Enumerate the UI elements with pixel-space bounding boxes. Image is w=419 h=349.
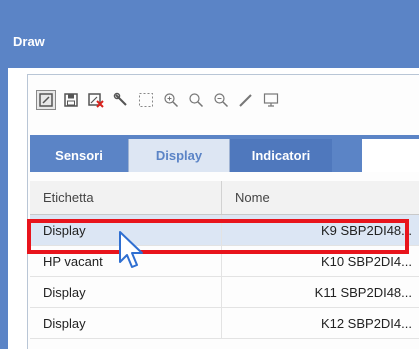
zoom-icon[interactable] xyxy=(186,90,206,110)
selection-highlight-box xyxy=(27,219,409,254)
tab-sensori[interactable]: Sensori xyxy=(30,139,128,172)
window-title: Draw xyxy=(13,34,45,49)
cell-nome: K12 SBP2DI4... xyxy=(320,316,412,331)
cell-etichetta: Display xyxy=(30,308,222,338)
tab-strip: Sensori Display Indicatori xyxy=(30,135,419,172)
window-left-edge xyxy=(0,68,8,349)
column-header-nome[interactable]: Nome xyxy=(222,181,419,214)
monitor-icon[interactable] xyxy=(261,90,281,110)
tab-display[interactable]: Display xyxy=(128,139,230,172)
select-rect-icon[interactable] xyxy=(136,90,156,110)
pencil-icon[interactable] xyxy=(236,90,256,110)
toolbar xyxy=(36,86,419,114)
tab-strip-gap xyxy=(362,139,419,172)
window-titlebar: Draw xyxy=(0,0,419,68)
column-header-etichetta[interactable]: Etichetta xyxy=(30,181,222,214)
save-icon[interactable] xyxy=(61,90,81,110)
wrench-icon[interactable] xyxy=(111,90,131,110)
mouse-cursor-icon xyxy=(118,230,150,273)
edit-icon[interactable] xyxy=(36,90,56,110)
zoom-in-icon[interactable] xyxy=(161,90,181,110)
grid-header: Etichetta Nome xyxy=(30,181,419,215)
table-row[interactable]: Display K12 SBP2DI4... xyxy=(30,308,419,339)
tab-indicatori[interactable]: Indicatori xyxy=(230,139,332,172)
cell-nome: K11 SBP2DI48... xyxy=(314,285,412,300)
tab-strip-filler xyxy=(332,139,362,172)
display-grid: Etichetta Nome Display K9 SBP2DI48... HP… xyxy=(30,181,419,339)
cell-etichetta: Display xyxy=(30,277,222,307)
zoom-out-icon[interactable] xyxy=(211,90,231,110)
table-row[interactable]: Display K11 SBP2DI48... xyxy=(30,277,419,308)
delete-icon[interactable] xyxy=(86,90,106,110)
